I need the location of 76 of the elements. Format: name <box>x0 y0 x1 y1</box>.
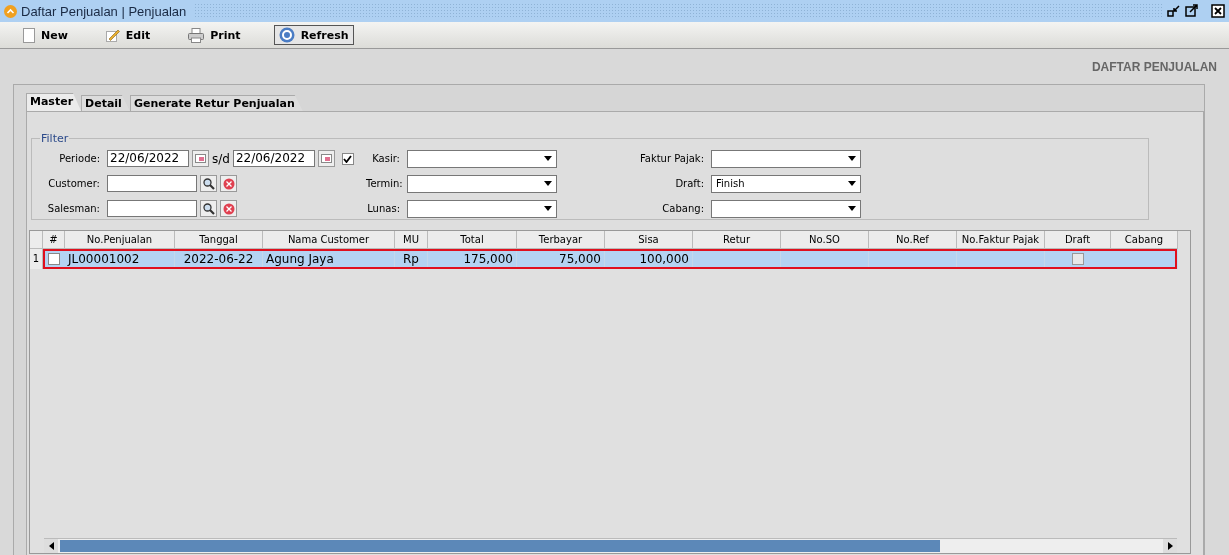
restore-icon[interactable] <box>1167 4 1181 18</box>
toolbar-button[interactable]: Refresh <box>273 25 354 45</box>
dropdown[interactable] <box>711 199 861 218</box>
tab[interactable]: Detail <box>81 95 130 111</box>
clear-button[interactable] <box>220 200 237 217</box>
column-header[interactable]: No.SO <box>781 231 869 249</box>
caret-icon <box>544 181 552 186</box>
blank-page-icon <box>23 27 35 43</box>
input-field[interactable] <box>107 200 197 217</box>
checkbox[interactable] <box>341 152 354 165</box>
column-header[interactable]: No.Faktur Pajak <box>957 231 1045 249</box>
arrow-icon[interactable] <box>48 542 54 550</box>
date-field[interactable]: 22/06/2022 <box>232 150 315 167</box>
calendar-icon <box>195 154 206 163</box>
toolbar-button[interactable]: Print <box>183 25 246 45</box>
column-header[interactable]: Tanggal <box>175 231 263 249</box>
field-label: Periode: <box>58 153 100 164</box>
arrow-icon[interactable] <box>1167 542 1173 550</box>
field-label: Termin: <box>366 178 400 189</box>
toolbar-button[interactable]: New <box>18 25 73 45</box>
close-icon[interactable] <box>1211 4 1225 18</box>
search-icon <box>202 177 215 190</box>
dropdown[interactable] <box>407 149 557 168</box>
dropdown[interactable]: Finish <box>711 174 861 193</box>
separator-label: s/d <box>212 151 230 166</box>
dropdown[interactable] <box>407 174 557 193</box>
field-label: Salesman: <box>46 203 100 214</box>
checkbox[interactable] <box>48 253 60 265</box>
row-number: 1 <box>30 249 43 269</box>
page-title: DAFTAR PENJUALAN <box>1091 60 1217 74</box>
column-header[interactable]: MU <box>395 231 428 249</box>
scrollbar-thumb[interactable] <box>60 540 940 552</box>
filter-group: Filter Periode: 22/06/2022 s/d 22/06/2022 Customer: Salesman: Kasir: Termin: Lunas: Faktur Pajak: Draft: Finish Cabang: <box>31 132 1149 220</box>
caret-icon <box>848 206 856 211</box>
caret-icon <box>544 156 552 161</box>
column-header[interactable]: No.Penjualan <box>65 231 175 249</box>
column-header[interactable]: Draft <box>1045 231 1111 249</box>
column-header[interactable]: Sisa <box>605 231 693 249</box>
field-label: Lunas: <box>366 203 400 214</box>
caret-icon <box>848 156 856 161</box>
calendar-icon <box>320 154 332 163</box>
calendar-button[interactable] <box>317 150 335 167</box>
date-field[interactable]: 22/06/2022 <box>107 150 189 167</box>
search-button[interactable] <box>200 175 217 192</box>
column-header[interactable]: Retur <box>693 231 781 249</box>
input-field[interactable] <box>107 175 197 192</box>
column-header[interactable]: No.Ref <box>869 231 957 249</box>
maximize-icon[interactable] <box>1185 4 1199 18</box>
clear-button[interactable] <box>220 175 237 192</box>
column-header[interactable]: # <box>43 231 65 249</box>
pencil-icon <box>105 28 120 42</box>
column-header[interactable]: Terbayar <box>517 231 605 249</box>
search-icon <box>202 202 215 215</box>
dropdown[interactable] <box>711 149 861 168</box>
field-label: Draft: <box>674 178 704 189</box>
caret-icon <box>848 181 856 186</box>
field-label: Kasir: <box>371 153 400 164</box>
field-label: Customer: <box>47 178 100 189</box>
search-button[interactable] <box>200 200 217 217</box>
tab[interactable]: Generate Retur Penjualan <box>129 95 303 111</box>
clear-icon <box>222 177 235 190</box>
column-header[interactable]: Nama Customer <box>263 231 395 249</box>
clear-icon <box>222 202 235 215</box>
column-header[interactable]: Total <box>428 231 517 249</box>
field-label: Cabang: <box>661 203 704 214</box>
calendar-button[interactable] <box>192 150 209 167</box>
tab[interactable]: Master <box>26 93 82 111</box>
column-header[interactable]: Cabang <box>1111 231 1178 249</box>
caret-icon <box>544 206 552 211</box>
checkbox[interactable] <box>1072 253 1084 265</box>
field-label: Faktur Pajak: <box>638 153 704 164</box>
refresh-icon <box>278 27 295 43</box>
dropdown[interactable] <box>407 199 557 218</box>
app-icon <box>4 4 17 18</box>
printer-icon <box>188 27 205 43</box>
toolbar-button[interactable]: Edit <box>100 25 156 45</box>
